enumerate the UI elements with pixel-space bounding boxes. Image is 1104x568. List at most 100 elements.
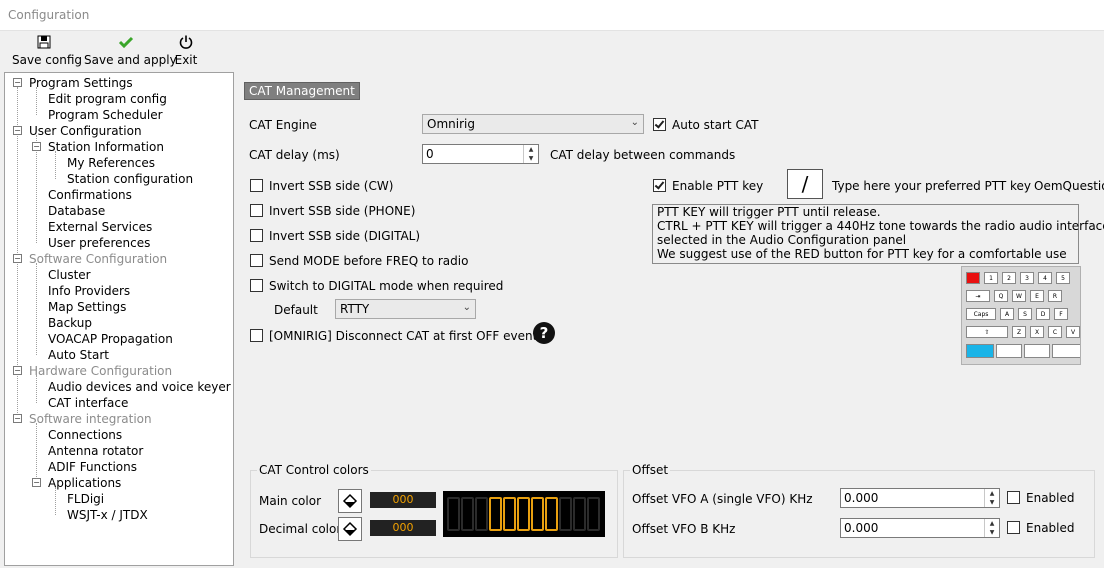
collapse-icon[interactable]: − bbox=[32, 142, 41, 151]
collapse-icon[interactable]: − bbox=[13, 414, 22, 423]
tree-item-cluster[interactable]: Cluster bbox=[48, 267, 91, 283]
ptt-key-name: OemQuestio bbox=[1034, 179, 1104, 193]
tree-item-program-settings[interactable]: Program Settings bbox=[29, 75, 133, 91]
keyboard-key: D bbox=[1036, 308, 1050, 320]
offset-vfo-b-enabled-checkbox[interactable] bbox=[1007, 521, 1020, 534]
display-digit bbox=[531, 497, 544, 531]
tree-item-info-providers[interactable]: Info Providers bbox=[48, 283, 130, 299]
tree-item-adif-functions[interactable]: ADIF Functions bbox=[48, 459, 137, 475]
display-digit bbox=[475, 497, 488, 531]
offset-vfo-b-input[interactable]: 0.000 ▲ ▼ bbox=[840, 518, 1000, 538]
invert-phone-checkbox[interactable] bbox=[250, 204, 263, 217]
invert-cw-checkbox[interactable] bbox=[250, 179, 263, 192]
spin-up-icon[interactable]: ▲ bbox=[524, 145, 538, 154]
display-digit bbox=[489, 497, 502, 531]
cat-engine-select[interactable]: Omnirig ⌄ bbox=[422, 114, 644, 134]
switch-digital-label: Switch to DIGITAL mode when required bbox=[269, 279, 504, 293]
offset-title: Offset bbox=[630, 463, 671, 477]
tree-item-my-references[interactable]: My References bbox=[67, 155, 155, 171]
ptt-info-box: PTT KEY will trigger PTT until release. … bbox=[652, 204, 1104, 264]
frequency-display-preview: 00014000300 bbox=[443, 491, 605, 537]
tree-item-external-services[interactable]: External Services bbox=[48, 219, 152, 235]
main-color-button[interactable] bbox=[338, 489, 362, 513]
checkmark-icon bbox=[84, 34, 168, 52]
keyboard-key bbox=[996, 344, 1022, 358]
collapse-icon[interactable]: − bbox=[13, 254, 22, 263]
tree-connector bbox=[55, 487, 56, 515]
offset-vfo-a-enabled-label: Enabled bbox=[1026, 491, 1075, 505]
offset-vfo-a-enabled-checkbox[interactable] bbox=[1007, 491, 1020, 504]
collapse-icon[interactable]: − bbox=[13, 78, 22, 87]
tree-item-hardware-configuration[interactable]: Hardware Configuration bbox=[29, 363, 172, 379]
tree-item-audio-devices[interactable]: Audio devices and voice keyer bbox=[48, 379, 231, 395]
default-mode-label: Default bbox=[274, 303, 318, 317]
settings-tree: − Program Settings Edit program config P… bbox=[4, 72, 234, 566]
tree-item-software-configuration[interactable]: Software Configuration bbox=[29, 251, 167, 267]
invert-phone-label: Invert SSB side (PHONE) bbox=[269, 204, 416, 218]
tree-item-database[interactable]: Database bbox=[48, 203, 105, 219]
spin-down-icon[interactable]: ▼ bbox=[524, 154, 538, 163]
tree-connector bbox=[36, 375, 37, 403]
invert-digital-label: Invert SSB side (DIGITAL) bbox=[269, 229, 421, 243]
tree-item-antenna-rotator[interactable]: Antenna rotator bbox=[48, 443, 143, 459]
keyboard-key: 5 bbox=[1056, 272, 1070, 284]
cat-engine-value: Omnirig bbox=[427, 117, 475, 131]
section-header: CAT Management bbox=[244, 82, 360, 100]
ptt-info-line: selected in the Audio Configuration pane… bbox=[657, 233, 907, 247]
offset-vfo-b-enabled-label: Enabled bbox=[1026, 521, 1075, 535]
keyboard-key-highlight bbox=[966, 344, 994, 358]
tree-item-user-configuration[interactable]: User Configuration bbox=[29, 123, 142, 139]
tree-item-edit-program-config[interactable]: Edit program config bbox=[48, 91, 167, 107]
chevron-down-icon: ⌄ bbox=[630, 117, 639, 128]
tree-item-connections[interactable]: Connections bbox=[48, 427, 122, 443]
tree-item-station-configuration[interactable]: Station configuration bbox=[67, 171, 193, 187]
tree-item-confirmations[interactable]: Confirmations bbox=[48, 187, 132, 203]
tree-item-voacap-propagation[interactable]: VOACAP Propagation bbox=[48, 331, 173, 347]
tree-item-map-settings[interactable]: Map Settings bbox=[48, 299, 126, 315]
display-digit bbox=[559, 497, 572, 531]
decimal-color-value: 000 bbox=[370, 520, 436, 536]
decimal-color-button[interactable] bbox=[338, 517, 362, 541]
keyboard-key: A bbox=[1000, 308, 1014, 320]
tree-item-program-scheduler[interactable]: Program Scheduler bbox=[48, 107, 163, 123]
tree-item-cat-interface[interactable]: CAT interface bbox=[48, 395, 128, 411]
save-and-apply-button[interactable]: Save and apply bbox=[84, 31, 177, 69]
save-and-apply-label: Save and apply bbox=[84, 53, 177, 67]
help-icon[interactable]: ? bbox=[533, 322, 555, 344]
exit-label: Exit bbox=[174, 53, 198, 67]
keyboard-key: E bbox=[1030, 290, 1044, 302]
keyboard-key: R bbox=[1048, 290, 1062, 302]
save-config-button[interactable]: Save config bbox=[12, 31, 82, 69]
enable-ptt-checkbox[interactable] bbox=[653, 179, 666, 192]
ptt-info-line: PTT KEY will trigger PTT until release. bbox=[657, 205, 881, 219]
tree-connector bbox=[36, 135, 37, 243]
keyboard-key: 4 bbox=[1038, 272, 1052, 284]
tree-item-auto-start[interactable]: Auto Start bbox=[48, 347, 109, 363]
exit-button[interactable]: Exit bbox=[172, 31, 200, 69]
spin-down-icon[interactable]: ▼ bbox=[985, 498, 999, 507]
spin-down-icon[interactable]: ▼ bbox=[985, 528, 999, 537]
offset-vfo-a-input[interactable]: 0.000 ▲ ▼ bbox=[840, 488, 1000, 508]
collapse-icon[interactable]: − bbox=[13, 126, 22, 135]
tree-item-software-integration[interactable]: Software integration bbox=[29, 411, 152, 427]
collapse-icon[interactable]: − bbox=[13, 366, 22, 375]
omnirig-disconnect-label: [OMNIRIG] Disconnect CAT at first OFF ev… bbox=[269, 329, 538, 343]
ptt-key-input[interactable]: / bbox=[787, 169, 823, 199]
collapse-icon[interactable]: − bbox=[32, 478, 41, 487]
tree-item-station-information[interactable]: Station Information bbox=[48, 139, 164, 155]
omnirig-disconnect-checkbox[interactable] bbox=[250, 329, 263, 342]
tree-item-user-preferences[interactable]: User preferences bbox=[48, 235, 150, 251]
tree-item-backup[interactable]: Backup bbox=[48, 315, 92, 331]
switch-digital-checkbox[interactable] bbox=[250, 279, 263, 292]
invert-digital-checkbox[interactable] bbox=[250, 229, 263, 242]
default-mode-select[interactable]: RTTY ⌄ bbox=[335, 299, 476, 319]
decimal-color-label: Decimal color bbox=[259, 522, 342, 536]
send-mode-checkbox[interactable] bbox=[250, 254, 263, 267]
tree-item-applications[interactable]: Applications bbox=[48, 475, 121, 491]
cat-delay-input[interactable]: 0 ▲ ▼ bbox=[422, 144, 539, 164]
auto-start-cat-checkbox[interactable] bbox=[653, 118, 666, 131]
spin-up-icon[interactable]: ▲ bbox=[985, 489, 999, 498]
spin-up-icon[interactable]: ▲ bbox=[985, 519, 999, 528]
tree-item-wsjtx[interactable]: WSJT-x / JTDX bbox=[67, 507, 148, 523]
tree-item-fldigi[interactable]: FLDigi bbox=[67, 491, 104, 507]
